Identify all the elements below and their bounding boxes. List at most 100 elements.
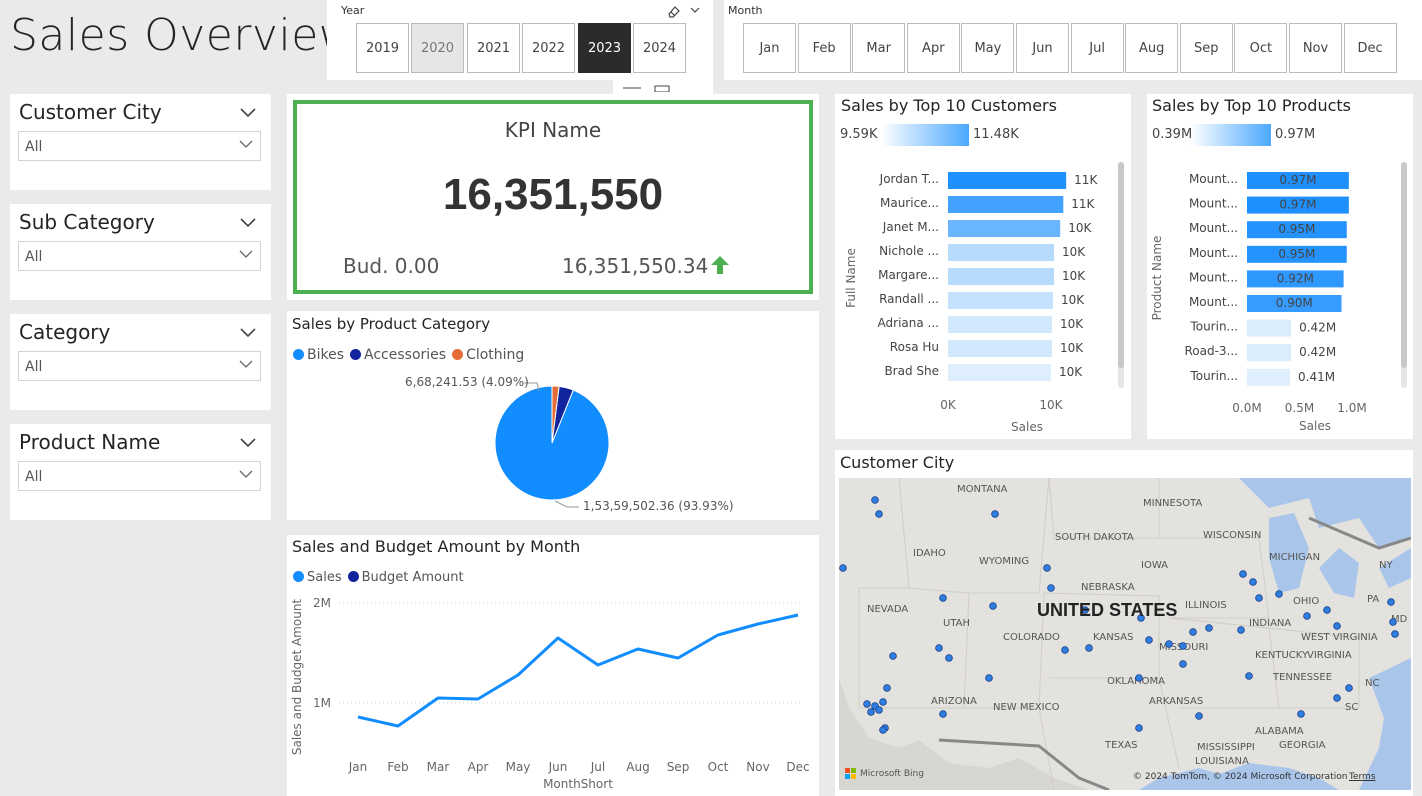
bar[interactable] (948, 316, 1052, 333)
map-point[interactable] (1043, 564, 1051, 572)
bar[interactable] (948, 268, 1055, 285)
map-point[interactable] (1061, 646, 1069, 654)
map-point[interactable] (985, 674, 993, 682)
map-point[interactable] (991, 510, 999, 518)
bar[interactable] (948, 172, 1067, 189)
bar[interactable] (948, 340, 1052, 357)
map-point[interactable] (1195, 712, 1203, 720)
focus-mode-icon[interactable] (651, 82, 673, 92)
map-point[interactable] (1165, 640, 1173, 648)
map-point[interactable] (1275, 590, 1283, 598)
map-point[interactable] (1135, 724, 1143, 732)
customer-city-dropdown[interactable]: All (18, 131, 261, 161)
bar[interactable] (948, 196, 1064, 213)
year-tile-2019[interactable]: 2019 (356, 23, 409, 73)
line-chart[interactable]: 2M 1M Jan Feb Mar Apr May Jun Jul Aug Sep Oct Nov Dec… (287, 535, 819, 796)
customers-bar-chart[interactable]: Jordan T... 11K Maurice... 11K Janet M... 10K… (835, 94, 1131, 439)
map-point[interactable] (883, 684, 891, 692)
year-tile-2023[interactable]: 2023 (578, 23, 631, 73)
map-point[interactable] (939, 710, 947, 718)
map-point[interactable] (935, 644, 943, 652)
map-point[interactable] (879, 698, 887, 706)
month-tile-apr[interactable]: Apr (906, 23, 960, 73)
month-tile-may[interactable]: May (961, 23, 1015, 73)
month-tile-aug[interactable]: Aug (1125, 23, 1179, 73)
sales-line[interactable] (357, 613, 799, 728)
chevron-down-icon[interactable] (239, 104, 257, 123)
customer-city-filter: Customer City All (10, 94, 271, 190)
map-canvas[interactable]: MONTANA MINNESOTA WISCONSIN SOUTH DAKOTA MIC… (839, 478, 1411, 790)
month-tile-oct[interactable]: Oct (1234, 23, 1288, 73)
map-point[interactable] (879, 726, 887, 734)
map-point[interactable] (1179, 642, 1187, 650)
map-point[interactable] (1179, 660, 1187, 668)
map-point[interactable] (939, 594, 947, 602)
month-tile-dec[interactable]: Dec (1343, 23, 1397, 73)
bar[interactable] (1247, 368, 1291, 386)
map-point[interactable] (1249, 578, 1257, 586)
map-point[interactable] (1237, 626, 1245, 634)
map-point[interactable] (1145, 636, 1153, 644)
products-bar-chart[interactable]: Mount... 0.97M Mount... 0.97M Mount... 0.95M M… (1147, 94, 1413, 439)
map-point[interactable] (1389, 618, 1397, 626)
month-tile-feb[interactable]: Feb (797, 23, 851, 73)
map-point[interactable] (1135, 674, 1143, 682)
map-point[interactable] (1387, 598, 1395, 606)
map-point[interactable] (1345, 684, 1353, 692)
month-tile-jan[interactable]: Jan (743, 23, 796, 73)
year-tile-2020[interactable]: 2020 (411, 23, 464, 73)
map-point[interactable] (839, 564, 847, 572)
category-dropdown[interactable]: All (18, 351, 261, 381)
map-point[interactable] (945, 654, 953, 662)
map-point[interactable] (1333, 622, 1341, 630)
map-point[interactable] (875, 706, 883, 714)
scrollbar-thumb[interactable] (1118, 162, 1124, 368)
month-tile-sep[interactable]: Sep (1179, 23, 1233, 73)
filter-icon[interactable] (621, 82, 643, 92)
x-axis-title: Sales (1011, 420, 1043, 434)
map-point[interactable] (1323, 606, 1331, 614)
eraser-icon[interactable] (667, 4, 681, 18)
map-point[interactable] (1303, 612, 1311, 620)
bar[interactable] (1247, 344, 1292, 362)
month-tile-nov[interactable]: Nov (1289, 23, 1342, 73)
year-tile-2022[interactable]: 2022 (522, 23, 575, 73)
map-point[interactable] (871, 496, 879, 504)
map-point[interactable] (867, 708, 875, 716)
bar[interactable] (1247, 319, 1292, 337)
map-point[interactable] (1391, 630, 1399, 638)
month-tile-mar[interactable]: Mar (852, 23, 906, 73)
sub-category-dropdown[interactable]: All (18, 241, 261, 271)
map-point[interactable] (1333, 694, 1341, 702)
map-point[interactable] (1255, 594, 1263, 602)
map-terms-link[interactable]: Terms (1349, 772, 1376, 782)
bar[interactable] (948, 364, 1051, 381)
chevron-down-icon[interactable] (239, 434, 257, 453)
product-name-dropdown[interactable]: All (18, 461, 261, 491)
map-point[interactable] (989, 602, 997, 610)
map-point[interactable] (875, 510, 883, 518)
map-point[interactable] (863, 700, 871, 708)
map-point[interactable] (1205, 624, 1213, 632)
map-point[interactable] (889, 652, 897, 660)
map-point[interactable] (1245, 672, 1253, 680)
chevron-down-icon[interactable] (239, 324, 257, 343)
scrollbar-thumb[interactable] (1401, 162, 1407, 368)
bar-category-label: Randall ... (879, 292, 939, 306)
bar[interactable] (948, 220, 1061, 237)
map-point[interactable] (1239, 570, 1247, 578)
year-tile-2021[interactable]: 2021 (467, 23, 520, 73)
month-tile-jul[interactable]: Jul (1070, 23, 1124, 73)
chevron-down-icon[interactable] (239, 214, 257, 233)
bar[interactable] (948, 292, 1053, 309)
map-point[interactable] (1047, 584, 1055, 592)
pie-chart-card: Sales by Product Category Bikes Accessor… (287, 311, 819, 520)
month-tile-jun[interactable]: Jun (1016, 23, 1069, 73)
chevron-down-icon[interactable] (689, 4, 701, 16)
bar[interactable] (948, 244, 1055, 261)
map-point[interactable] (1085, 644, 1093, 652)
map-point[interactable] (1297, 710, 1305, 718)
pie-chart[interactable] (287, 311, 819, 520)
year-tile-2024[interactable]: 2024 (633, 23, 686, 73)
map-point[interactable] (1189, 628, 1197, 636)
